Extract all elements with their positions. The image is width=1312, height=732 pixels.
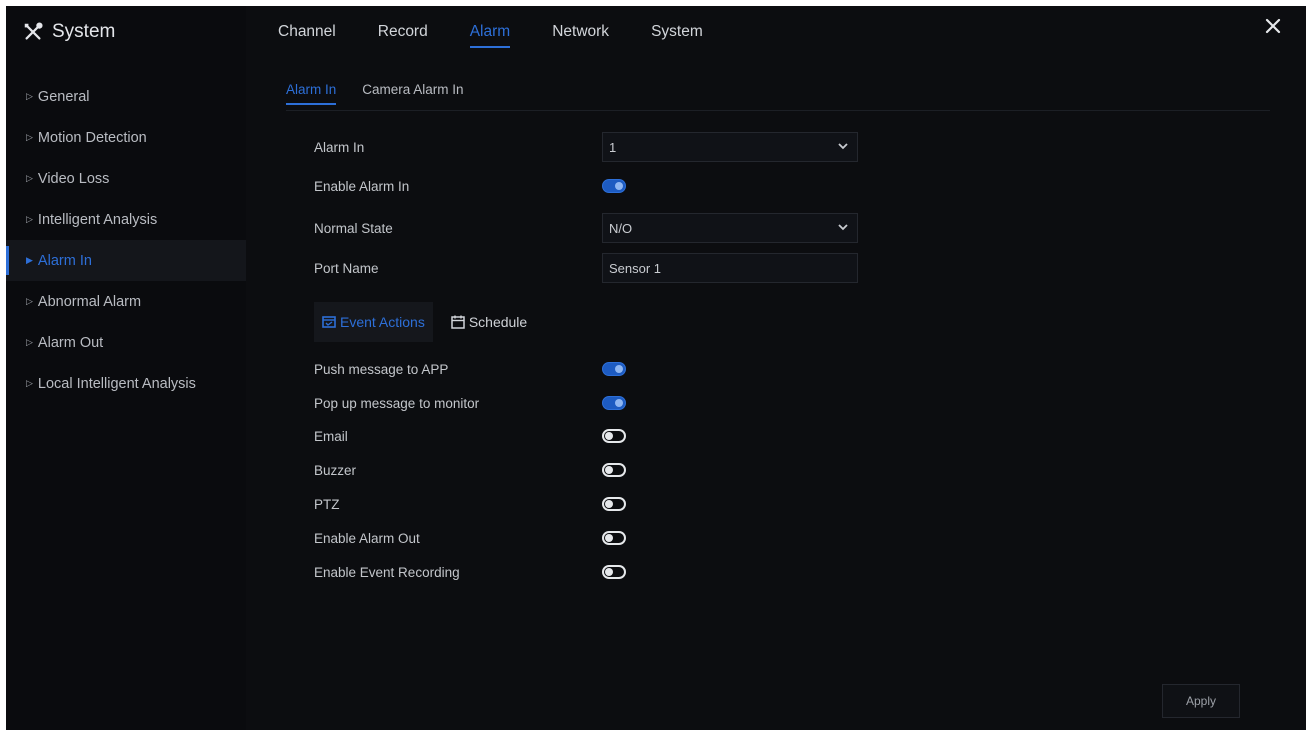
alarm-in-select[interactable]: 1 (602, 132, 858, 162)
email-toggle[interactable] (602, 429, 626, 443)
triangle-right-icon: ▷ (26, 132, 33, 142)
sidebar-item-label: Video Loss (37, 170, 110, 187)
close-icon (1265, 18, 1281, 34)
subtab-divider (286, 110, 1270, 111)
sidebar-item-label: Alarm In (37, 252, 92, 269)
enable-alarm-in-label: Enable Alarm In (314, 178, 410, 194)
sidebar-item-label: Alarm Out (37, 334, 104, 351)
sidebar-item-label: Intelligent Analysis (37, 211, 158, 228)
sidebar-item-intelligent-analysis[interactable]: ▷ Intelligent Analysis (6, 199, 246, 240)
action-label: Email (314, 428, 348, 444)
close-button[interactable] (1262, 16, 1284, 38)
push-message-toggle[interactable] (602, 362, 626, 376)
event-tabs: Event Actions Schedule (314, 302, 535, 342)
normal-state-label: Normal State (314, 220, 393, 236)
action-popup-message-row: Pop up message to monitor (314, 387, 626, 419)
enable-alarm-in-toggle[interactable] (602, 179, 626, 193)
enable-alarm-in-row: Enable Alarm In (314, 170, 626, 202)
tools-icon (24, 22, 43, 40)
triangle-right-icon: ▷ (26, 214, 33, 224)
sidebar-item-label: Motion Detection (37, 129, 147, 146)
sidebar-menu: ▷ General ▷ Motion Detection ▷ Video Los… (6, 76, 246, 404)
apply-button[interactable]: Apply (1162, 684, 1240, 718)
alarm-out-toggle[interactable] (602, 531, 626, 545)
action-event-recording-row: Enable Event Recording (314, 556, 626, 588)
normal-state-select[interactable]: N/O (602, 213, 858, 243)
sidebar-item-alarm-in[interactable]: ▶ Alarm In (6, 240, 246, 281)
event-actions-icon (322, 316, 336, 328)
subtab-alarm-in[interactable]: Alarm In (286, 82, 337, 105)
tab-event-actions[interactable]: Event Actions (314, 302, 433, 342)
sidebar-item-label: General (37, 88, 90, 105)
app-title: System (52, 21, 116, 42)
event-recording-toggle[interactable] (602, 565, 626, 579)
alarm-in-value: 1 (609, 139, 617, 155)
sidebar-item-alarm-out[interactable]: ▷ Alarm Out (6, 322, 246, 363)
normal-state-row: Normal State N/O (314, 212, 858, 244)
triangle-right-icon: ▷ (26, 378, 33, 388)
triangle-right-icon: ▷ (26, 296, 33, 306)
popup-message-toggle[interactable] (602, 396, 626, 410)
triangle-right-icon: ▷ (26, 337, 33, 347)
alarm-in-row: Alarm In 1 (314, 131, 858, 163)
action-ptz-row: PTZ (314, 488, 626, 520)
chevron-down-icon (838, 224, 848, 231)
triangle-right-icon: ▶ (26, 255, 33, 265)
event-actions-label: Event Actions (340, 314, 425, 330)
port-name-input[interactable]: Sensor 1 (602, 253, 858, 283)
triangle-right-icon: ▷ (26, 91, 33, 101)
calendar-icon (451, 315, 465, 329)
tab-schedule[interactable]: Schedule (443, 302, 535, 342)
action-push-message-row: Push message to APP (314, 353, 626, 385)
settings-window: System ▷ General ▷ Motion Detection ▷ Vi… (6, 6, 1306, 730)
sidebar-item-abnormal-alarm[interactable]: ▷ Abnormal Alarm (6, 281, 246, 322)
action-alarm-out-row: Enable Alarm Out (314, 522, 626, 554)
port-name-value: Sensor 1 (609, 260, 662, 276)
tab-system[interactable]: System (651, 6, 703, 58)
port-name-row: Port Name Sensor 1 (314, 252, 858, 284)
subtabs: Alarm In Camera Alarm In (286, 82, 490, 105)
sidebar-item-label: Abnormal Alarm (37, 293, 142, 310)
triangle-right-icon: ▷ (26, 173, 33, 183)
app-brand: System (22, 17, 115, 47)
action-label: Enable Event Recording (314, 564, 460, 580)
sidebar-item-local-intelligent-analysis[interactable]: ▷ Local Intelligent Analysis (6, 363, 246, 404)
action-label: PTZ (314, 496, 340, 512)
buzzer-toggle[interactable] (602, 463, 626, 477)
action-label: Buzzer (314, 462, 357, 478)
sidebar-item-general[interactable]: ▷ General (6, 76, 246, 117)
sidebar-item-video-loss[interactable]: ▷ Video Loss (6, 158, 246, 199)
action-label: Push message to APP (314, 361, 449, 377)
top-nav: Channel Record Alarm Network System (278, 6, 745, 58)
action-label: Pop up message to monitor (314, 395, 480, 411)
tab-network[interactable]: Network (552, 6, 609, 58)
ptz-toggle[interactable] (602, 497, 626, 511)
tab-alarm[interactable]: Alarm (469, 6, 511, 58)
alarm-in-label: Alarm In (314, 139, 365, 155)
port-name-label: Port Name (314, 260, 379, 276)
sidebar-item-label: Local Intelligent Analysis (37, 375, 196, 392)
tab-record[interactable]: Record (378, 6, 428, 58)
schedule-label: Schedule (468, 314, 528, 330)
normal-state-value: N/O (609, 220, 633, 236)
sidebar-item-motion-detection[interactable]: ▷ Motion Detection (6, 117, 246, 158)
tab-channel[interactable]: Channel (278, 6, 336, 58)
action-email-row: Email (314, 420, 626, 452)
sidebar: System ▷ General ▷ Motion Detection ▷ Vi… (6, 6, 246, 730)
action-label: Enable Alarm Out (314, 530, 420, 546)
action-buzzer-row: Buzzer (314, 454, 626, 486)
subtab-camera-alarm-in[interactable]: Camera Alarm In (362, 82, 463, 105)
chevron-down-icon (838, 143, 848, 150)
